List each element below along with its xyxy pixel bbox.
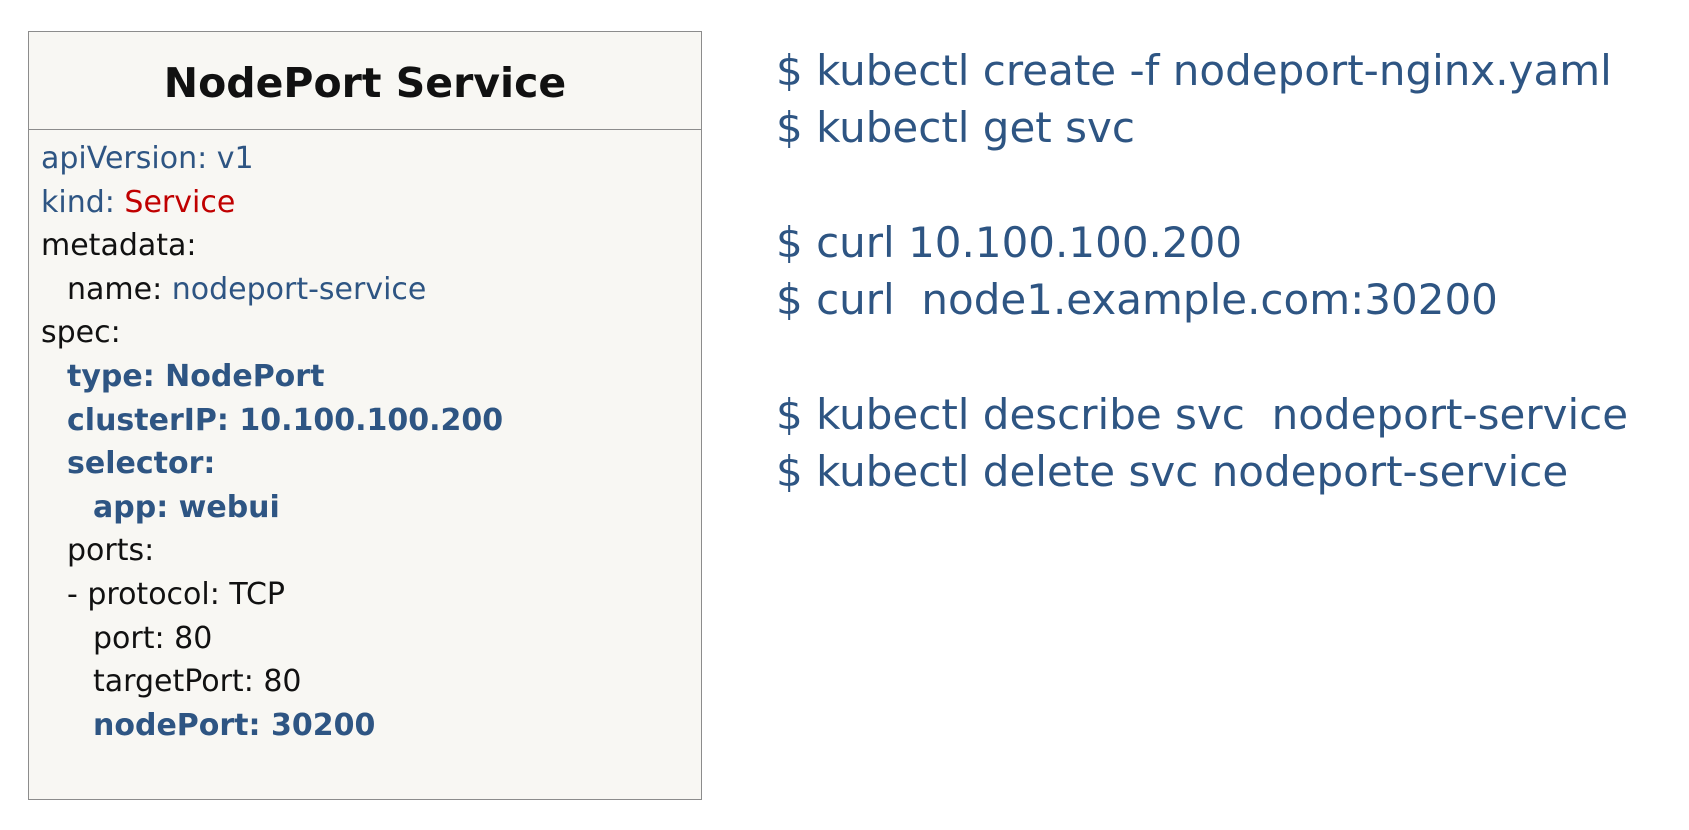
command-curl-node-port: $ curl node1.example.com:30200 — [776, 275, 1498, 324]
yaml-value: v1 — [216, 141, 254, 176]
panel-title: NodePort Service — [29, 32, 701, 130]
command-create: $ kubectl create -f nodeport-nginx.yaml — [776, 46, 1612, 95]
command-delete: $ kubectl delete svc nodeport-service — [776, 447, 1569, 496]
yaml-line-name: name: nodeport-service — [29, 268, 701, 312]
yaml-panel: NodePort Service apiVersion: v1 kind: Se… — [28, 31, 702, 800]
command-get-svc: $ kubectl get svc — [776, 103, 1135, 152]
yaml-line-ports: ports: — [67, 533, 155, 569]
yaml-line-spec: spec: — [41, 315, 121, 351]
yaml-key: name: — [67, 271, 172, 307]
yaml-line-kind: kind: Service — [29, 181, 701, 225]
yaml-line-app: app: webui — [93, 489, 280, 525]
yaml-line-targetport: targetPort: 80 — [93, 664, 302, 700]
yaml-key: apiVersion: — [41, 141, 217, 176]
command-list: $ kubectl create -f nodeport-nginx.yaml … — [776, 42, 1676, 500]
command-curl-cluster-ip: $ curl 10.100.100.200 — [776, 218, 1243, 267]
yaml-key: kind: — [41, 184, 125, 220]
yaml-value: Service — [124, 184, 236, 220]
yaml-line-metadata: metadata: — [41, 228, 197, 264]
yaml-line-type: type: NodePort — [67, 358, 325, 394]
yaml-line-port: port: 80 — [93, 620, 213, 656]
yaml-value: nodeport-service — [171, 271, 427, 307]
yaml-line-apiversion: apiVersion: v1 — [29, 137, 701, 181]
yaml-line-clusterip: clusterIP: 10.100.100.200 — [67, 402, 504, 438]
yaml-line-selector: selector: — [67, 446, 216, 482]
yaml-line-protocol: - protocol: TCP — [67, 576, 285, 612]
yaml-line-nodeport: nodePort: 30200 — [93, 707, 376, 743]
yaml-code: apiVersion: v1 kind: Service metadata: n… — [29, 130, 701, 747]
command-describe: $ kubectl describe svc nodeport-service — [776, 390, 1629, 439]
